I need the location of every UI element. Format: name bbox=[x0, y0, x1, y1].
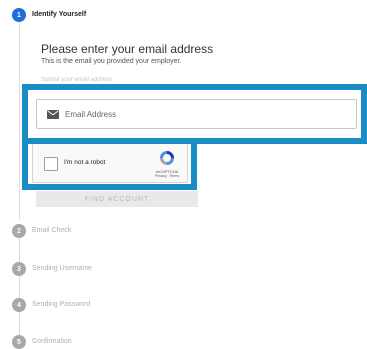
step-number: 3 bbox=[17, 265, 21, 273]
field-label: Submit your email address bbox=[41, 77, 113, 83]
stepper-rail bbox=[19, 276, 20, 300]
step-1-indicator: 1 bbox=[12, 8, 26, 22]
step-3-indicator: 3 bbox=[12, 262, 26, 276]
stepper-rail bbox=[19, 311, 20, 335]
step-2-indicator: 2 bbox=[12, 224, 26, 238]
step-5-indicator: 5 bbox=[12, 335, 26, 349]
step-4-label: Sending Password bbox=[32, 301, 91, 308]
page-subheading: This is the email you provided your empl… bbox=[41, 58, 182, 65]
captcha-highlight-frame bbox=[22, 138, 197, 190]
step-number: 2 bbox=[17, 227, 21, 235]
step-2-label: Email Check bbox=[32, 227, 72, 234]
step-1-label: Identify Yourself bbox=[32, 11, 87, 18]
step-5-label: Confirmation bbox=[32, 338, 72, 345]
step-number: 5 bbox=[17, 338, 21, 346]
stepper-rail bbox=[19, 22, 20, 220]
stepper-rail bbox=[19, 238, 20, 262]
find-account-button[interactable]: FIND ACCOUNT bbox=[36, 191, 198, 207]
step-3-label: Sending Username bbox=[32, 265, 92, 272]
step-number: 1 bbox=[17, 11, 21, 19]
step-number: 4 bbox=[17, 301, 21, 309]
page-heading: Please enter your email address bbox=[41, 42, 214, 56]
email-highlight-frame bbox=[22, 84, 367, 144]
step-4-indicator: 4 bbox=[12, 298, 26, 312]
